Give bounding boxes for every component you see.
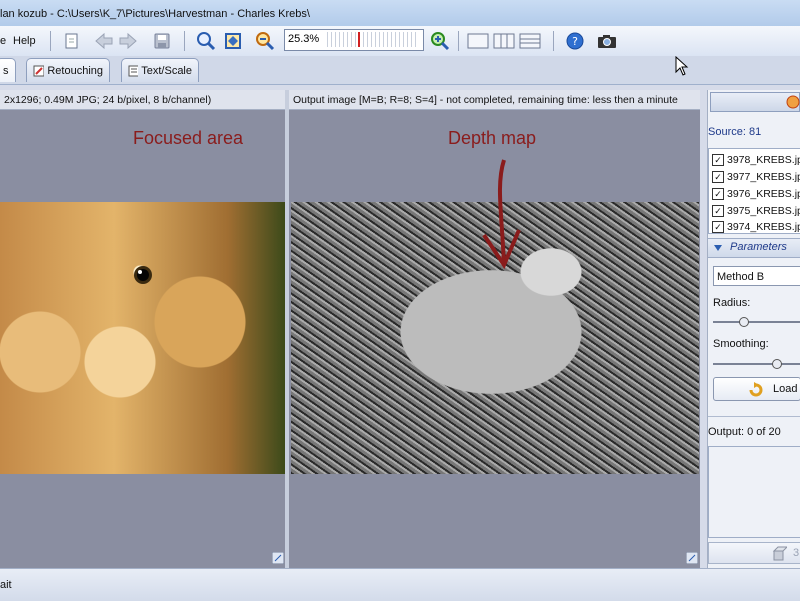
zoom-value: 25.3% — [288, 33, 320, 45]
3d-icon — [772, 546, 787, 561]
side-panel: Source: 81 ✓3978_KREBS.jpg ✓3977_KREBS.j… — [707, 90, 800, 568]
source-count: Source: 81 — [708, 126, 762, 138]
tab-label: s — [3, 64, 9, 77]
file-list[interactable]: ✓3978_KREBS.jpg ✓3977_KREBS.jpg ✓3976_KR… — [708, 148, 800, 234]
file-checkbox[interactable]: ✓ — [712, 188, 724, 200]
layout-split-icon[interactable] — [492, 29, 516, 53]
zoom-in-icon[interactable] — [428, 29, 452, 53]
smoothing-slider[interactable] — [713, 363, 800, 365]
menu-help[interactable]: Help — [13, 35, 36, 47]
mouse-cursor-icon — [675, 56, 689, 76]
parameters-title: Parameters — [730, 241, 787, 253]
list-item[interactable]: ✓3978_KREBS.jpg — [712, 152, 800, 168]
3d-button-label: 3D — [793, 547, 800, 559]
window-title: lan kozub - C:\Users\K_7\Pictures\Harves… — [0, 8, 310, 20]
toolbar: e Help 25.3% ? — [0, 26, 800, 57]
output-count: Output: 0 of 20 — [708, 426, 781, 438]
tab-label: Text/Scale — [141, 64, 192, 77]
toolbar-separator — [184, 31, 185, 51]
camera-icon[interactable] — [595, 29, 619, 53]
retouch-icon — [33, 65, 45, 76]
title-bar: lan kozub - C:\Users\K_7\Pictures\Harves… — [0, 0, 800, 26]
layout-single-icon[interactable] — [466, 29, 490, 53]
svg-text:?: ? — [572, 35, 578, 48]
load-icon — [749, 382, 763, 397]
text-scale-icon — [128, 65, 139, 76]
eye-icon — [134, 266, 152, 284]
status-bar: ait — [0, 568, 800, 601]
load-button-label: Load c — [773, 383, 800, 395]
zoom-fit-icon[interactable] — [194, 29, 218, 53]
smoothing-slider-thumb[interactable] — [772, 359, 782, 369]
toolbar-separator — [553, 31, 554, 51]
back-arrow-icon[interactable] — [92, 29, 116, 53]
annotation-arrow-icon — [482, 159, 521, 270]
new-doc-icon[interactable] — [60, 29, 84, 53]
list-item[interactable]: ✓3977_KREBS.jpg — [712, 169, 800, 185]
zoom-out-icon[interactable] — [253, 29, 277, 53]
radius-label: Radius: — [713, 297, 751, 309]
focused-area-label: Focused area — [133, 128, 244, 148]
parameters-header[interactable]: Parameters — [708, 238, 800, 258]
3d-button[interactable]: 3D — [708, 542, 800, 564]
zoom-thumb[interactable] — [358, 32, 360, 47]
tab-stacking[interactable]: s — [0, 58, 16, 82]
resize-handle-icon[interactable] — [686, 552, 698, 564]
stack-icon — [786, 95, 800, 109]
file-checkbox[interactable]: ✓ — [712, 205, 724, 217]
layout-rows-icon[interactable] — [518, 29, 542, 53]
smoothing-label: Smoothing: — [713, 338, 769, 350]
depth-map-label: Depth map — [448, 128, 537, 148]
radius-slider-thumb[interactable] — [739, 317, 749, 327]
divider — [708, 416, 800, 417]
help-icon[interactable]: ? — [563, 29, 587, 53]
output-image-info: Output image [M=B; R=8; S=4] - not compl… — [289, 90, 700, 110]
list-item[interactable]: ✓3974_KREBS.jpg — [712, 219, 800, 235]
output-image-panel: Output image [M=B; R=8; S=4] - not compl… — [289, 90, 700, 568]
forward-arrow-icon[interactable] — [116, 29, 140, 53]
toolbar-separator — [50, 31, 51, 51]
toolbar-separator — [458, 31, 459, 51]
source-image[interactable] — [0, 202, 285, 474]
tab-retouching[interactable]: Retouching — [26, 58, 110, 82]
tab-label: Retouching — [47, 64, 103, 77]
radius-slider[interactable] — [713, 321, 800, 323]
zoom-frame-icon[interactable] — [221, 29, 245, 53]
resize-handle-icon[interactable] — [272, 552, 284, 564]
file-checkbox[interactable]: ✓ — [712, 154, 724, 166]
stack-button[interactable] — [710, 92, 800, 112]
method-select[interactable]: Method B — [713, 266, 800, 286]
file-checkbox[interactable]: ✓ — [712, 221, 724, 233]
source-image-info: 2x1296; 0.49M JPG; 24 b/pixel, 8 b/chann… — [0, 90, 285, 110]
zoom-track[interactable] — [327, 32, 419, 47]
output-list[interactable] — [708, 446, 800, 538]
collapse-arrow-icon — [714, 245, 722, 251]
tab-text-scale[interactable]: Text/Scale — [121, 58, 199, 82]
method-value: Method B — [717, 271, 765, 283]
zoom-slider[interactable]: 25.3% — [284, 29, 424, 51]
save-icon[interactable] — [150, 29, 174, 53]
source-image-panel: 2x1296; 0.49M JPG; 24 b/pixel, 8 b/chann… — [0, 90, 285, 568]
list-item[interactable]: ✓3976_KREBS.jpg — [712, 186, 800, 202]
load-button[interactable]: Load c — [713, 377, 800, 401]
status-text: ait — [0, 579, 12, 591]
menu-file[interactable]: e — [0, 35, 6, 47]
list-item[interactable]: ✓3975_KREBS.jpg — [712, 203, 800, 219]
file-checkbox[interactable]: ✓ — [712, 171, 724, 183]
